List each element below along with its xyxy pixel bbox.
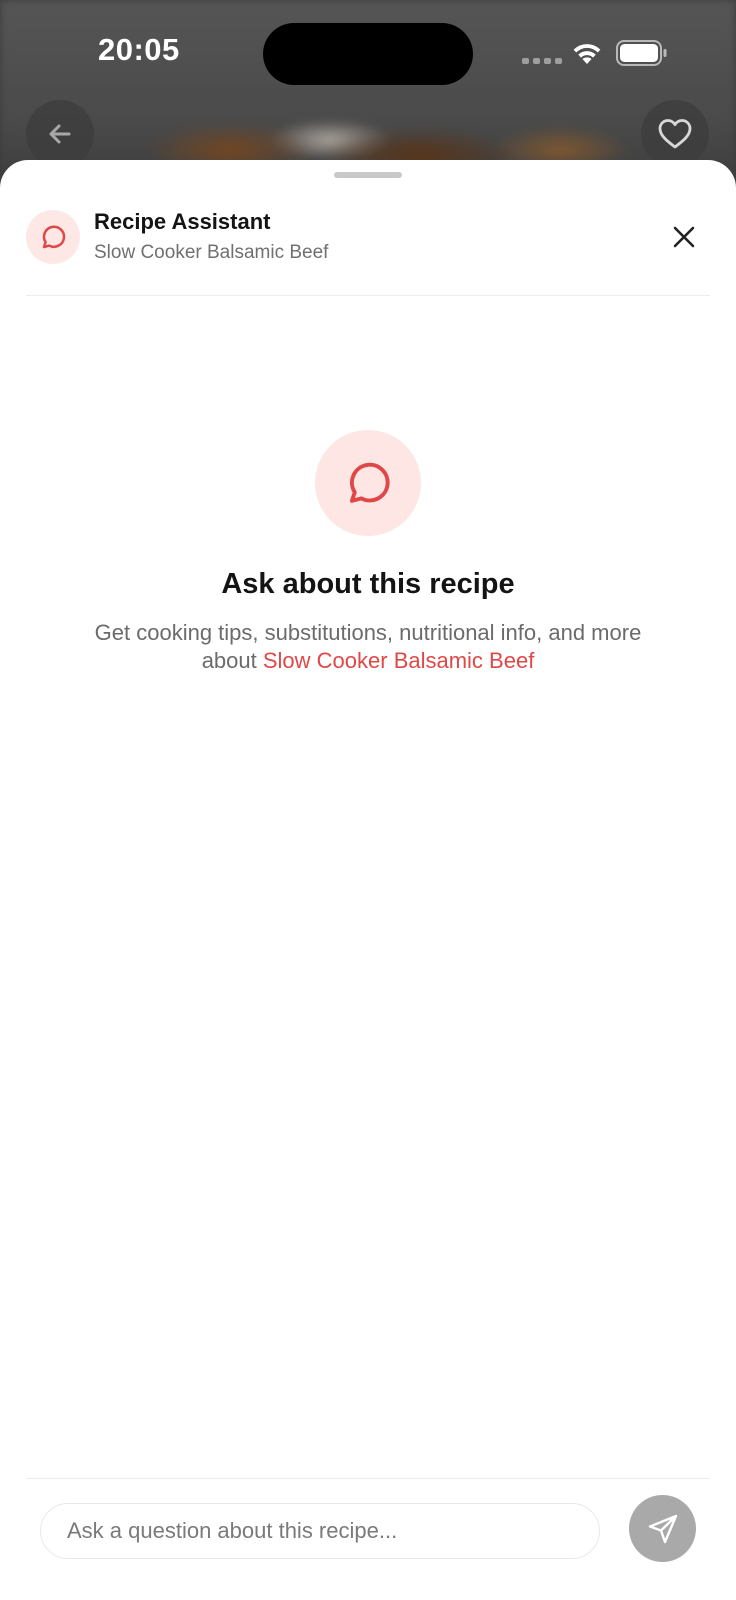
message-composer bbox=[26, 1478, 710, 1600]
sheet-header: Recipe Assistant Slow Cooker Balsamic Be… bbox=[26, 160, 710, 296]
assistant-avatar bbox=[26, 210, 80, 264]
close-button[interactable] bbox=[666, 219, 702, 255]
close-icon bbox=[673, 226, 695, 248]
empty-state-title: Ask about this recipe bbox=[221, 568, 515, 600]
assistant-subtitle: Slow Cooker Balsamic Beef bbox=[94, 242, 329, 263]
empty-state-recipe-name: Slow Cooker Balsamic Beef bbox=[262, 648, 535, 673]
arrow-left-icon bbox=[49, 124, 71, 144]
back-button[interactable] bbox=[26, 100, 94, 168]
favorite-button[interactable] bbox=[641, 100, 709, 168]
status-time: 20:05 bbox=[98, 32, 180, 67]
empty-state-icon-badge bbox=[315, 430, 421, 536]
assistant-title: Recipe Assistant bbox=[94, 209, 271, 234]
empty-state: Ask about this recipe Get cooking tips, … bbox=[0, 430, 736, 675]
dynamic-island bbox=[263, 23, 473, 85]
screen: 20:05 Recipe Assistant Slow Cooker Balsa… bbox=[0, 0, 736, 1600]
status-bar: 20:05 bbox=[0, 0, 736, 100]
chat-bubble-icon bbox=[349, 462, 390, 503]
battery-icon bbox=[616, 40, 667, 66]
empty-state-description: Get cooking tips, substitutions, nutriti… bbox=[88, 619, 648, 675]
cellular-signal-icon bbox=[522, 58, 562, 64]
wifi-icon bbox=[573, 44, 601, 64]
heart-icon bbox=[658, 119, 692, 149]
chat-bubble-icon bbox=[42, 225, 66, 249]
send-icon bbox=[648, 1514, 677, 1543]
recipe-assistant-sheet: Recipe Assistant Slow Cooker Balsamic Be… bbox=[0, 160, 736, 1600]
send-button[interactable] bbox=[629, 1495, 696, 1562]
question-input[interactable] bbox=[40, 1503, 600, 1559]
